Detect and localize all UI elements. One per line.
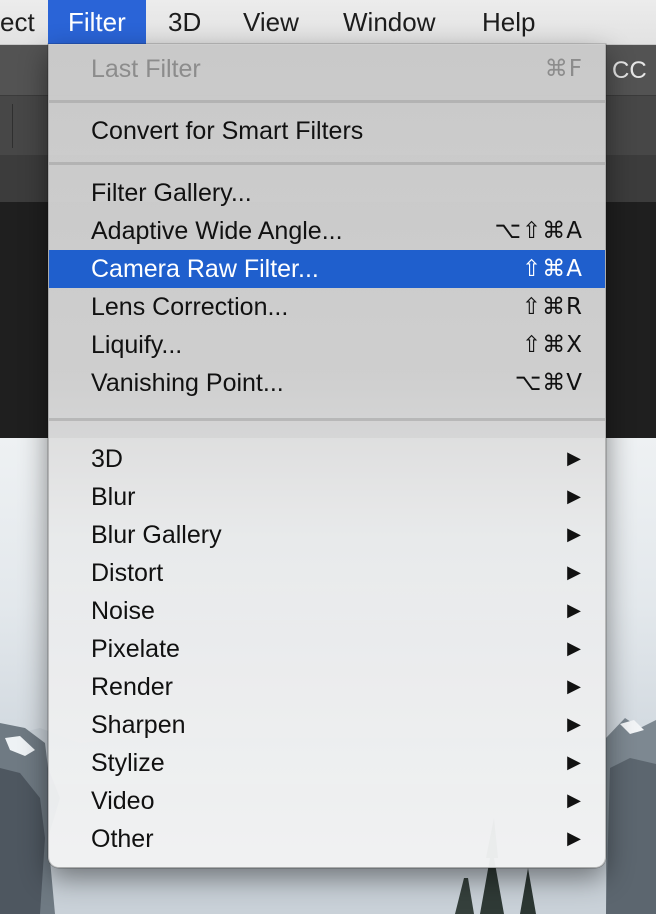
triangle-right-icon: ▶: [567, 486, 581, 507]
menu-item-camera-raw-filter[interactable]: Camera Raw Filter... ⇧⌘A: [49, 250, 605, 288]
submenu-blur-gallery[interactable]: Blur Gallery ▶: [49, 516, 605, 554]
triangle-right-icon: ▶: [567, 676, 581, 697]
menu-item-label: Vanishing Point...: [91, 369, 284, 397]
menu-separator: [49, 162, 605, 165]
triangle-right-icon: ▶: [567, 562, 581, 583]
menu-bar-item-3d[interactable]: 3D: [168, 0, 201, 44]
menu-item-label: Render: [91, 673, 173, 701]
submenu-blur[interactable]: Blur ▶: [49, 478, 605, 516]
menu-item-label: Noise: [91, 597, 155, 625]
menu-item-shortcut: ⇧⌘A: [521, 256, 583, 282]
menu-item-label: Liquify...: [91, 331, 183, 359]
menu-item-filter-gallery[interactable]: Filter Gallery...: [49, 174, 605, 212]
menu-item-label: 3D: [91, 445, 123, 473]
triangle-right-icon: ▶: [567, 524, 581, 545]
menu-item-label: Blur Gallery: [91, 521, 222, 549]
menu-item-label: Lens Correction...: [91, 293, 289, 321]
menu-item-convert-for-smart-filters[interactable]: Convert for Smart Filters: [49, 112, 605, 150]
menu-item-label: Convert for Smart Filters: [91, 117, 364, 145]
menu-separator: [49, 100, 605, 103]
menu-separator: [49, 418, 605, 421]
menu-item-shortcut: ⌥⌘V: [514, 370, 583, 396]
submenu-render[interactable]: Render ▶: [49, 668, 605, 706]
menu-item-last-filter: Last Filter ⌘F: [49, 50, 605, 88]
triangle-right-icon: ▶: [567, 828, 581, 849]
menu-item-label: Last Filter: [91, 55, 201, 83]
menu-item-label: Distort: [91, 559, 164, 587]
menu-item-label: Video: [91, 787, 155, 815]
menu-item-shortcut: ⇧⌘X: [521, 332, 583, 358]
submenu-video[interactable]: Video ▶: [49, 782, 605, 820]
menu-item-label: Other: [91, 825, 154, 853]
menu-item-label: Pixelate: [91, 635, 180, 663]
submenu-stylize[interactable]: Stylize ▶: [49, 744, 605, 782]
triangle-right-icon: ▶: [567, 638, 581, 659]
triangle-right-icon: ▶: [567, 714, 581, 735]
menu-item-lens-correction[interactable]: Lens Correction... ⇧⌘R: [49, 288, 605, 326]
menu-item-shortcut: ⇧⌘R: [521, 294, 583, 320]
menu-item-label: Stylize: [91, 749, 165, 777]
menu-item-label: Sharpen: [91, 711, 186, 739]
menu-item-label: Blur: [91, 483, 136, 511]
menu-item-label: Adaptive Wide Angle...: [91, 217, 343, 245]
menu-bar-item-select[interactable]: ect: [0, 0, 35, 44]
triangle-right-icon: ▶: [567, 600, 581, 621]
menu-item-vanishing-point[interactable]: Vanishing Point... ⌥⌘V: [49, 364, 605, 402]
menu-item-liquify[interactable]: Liquify... ⇧⌘X: [49, 326, 605, 364]
submenu-sharpen[interactable]: Sharpen ▶: [49, 706, 605, 744]
submenu-other[interactable]: Other ▶: [49, 820, 605, 858]
filter-menu: Last Filter ⌘F Convert for Smart Filters…: [48, 44, 606, 868]
menu-item-shortcut: ⌘F: [544, 56, 583, 82]
submenu-3d[interactable]: 3D ▶: [49, 440, 605, 478]
menu-bar: ect Filter 3D View Window Help: [0, 0, 656, 45]
options-bar-divider: [12, 104, 13, 148]
menu-item-adaptive-wide-angle[interactable]: Adaptive Wide Angle... ⌥⇧⌘A: [49, 212, 605, 250]
menu-item-label: Filter Gallery...: [91, 179, 252, 207]
triangle-right-icon: ▶: [567, 752, 581, 773]
app-version-label: CC: [612, 57, 647, 84]
submenu-noise[interactable]: Noise ▶: [49, 592, 605, 630]
menu-bar-item-window[interactable]: Window: [343, 0, 435, 44]
triangle-right-icon: ▶: [567, 448, 581, 469]
menu-bar-item-help[interactable]: Help: [482, 0, 535, 44]
submenu-pixelate[interactable]: Pixelate ▶: [49, 630, 605, 668]
menu-item-shortcut: ⌥⇧⌘A: [494, 218, 583, 244]
menu-bar-item-view[interactable]: View: [243, 0, 299, 44]
triangle-right-icon: ▶: [567, 790, 581, 811]
menu-bar-item-filter[interactable]: Filter: [48, 0, 146, 44]
submenu-distort[interactable]: Distort ▶: [49, 554, 605, 592]
menu-item-label: Camera Raw Filter...: [91, 255, 319, 283]
